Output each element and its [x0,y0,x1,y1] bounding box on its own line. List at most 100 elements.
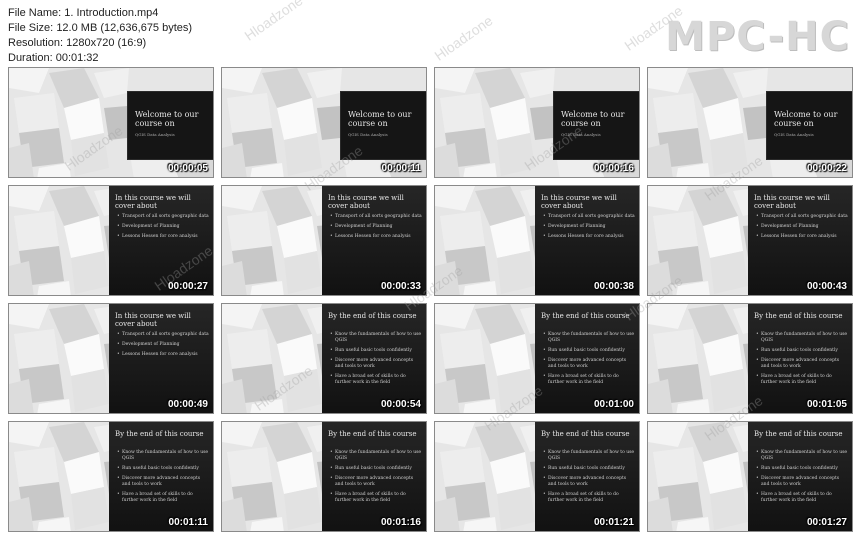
bullet-item: Discover more advanced concepts and tool… [756,476,848,488]
video-thumbnail[interactable]: Welcome to our course on QGIS Data Analys… [8,67,214,178]
bullet-item: Discover more advanced concepts and tool… [330,476,422,488]
bullet-item: Know the fundamentals of how to use QGIS [756,450,848,462]
video-thumbnail[interactable]: By the end of this course Know the fundam… [8,421,214,532]
file-info: File Name: 1. Introduction.mp4 File Size… [8,6,192,66]
slide-text-panel: In this course we will cover about Transp… [109,304,213,413]
video-thumbnail[interactable]: By the end of this course Know the fundam… [221,303,427,414]
video-thumbnail[interactable]: By the end of this course Know the fundam… [221,421,427,532]
video-thumbnail[interactable]: By the end of this course Know the fundam… [434,303,640,414]
bullet-item: Discover more advanced concepts and tool… [117,476,209,488]
video-thumbnail[interactable]: In this course we will cover about Transp… [8,185,214,296]
bullet-item: Development of Planning [756,224,848,230]
slide-text-panel: By the end of this course Know the fundam… [322,422,426,531]
slide-text-panel: In this course we will cover about Transp… [748,186,852,295]
timestamp: 00:00:16 [593,163,634,174]
timestamp: 00:00:05 [167,163,208,174]
bullet-list: Transport of all sorts geographic data De… [756,214,848,244]
slide-title: By the end of this course [541,430,630,438]
bullet-item: Run useful basic tools confidently [330,348,422,354]
bullet-list: Know the fundamentals of how to use QGIS… [117,450,209,508]
bullet-item: Know the fundamentals of how to use QGIS [330,332,422,344]
bullet-list: Know the fundamentals of how to use QGIS… [543,450,635,508]
slide-text-panel: In this course we will cover about Transp… [109,186,213,295]
slide-title: In this course we will cover about [541,194,617,210]
timestamp: 00:01:21 [593,517,634,528]
timestamp: 00:01:27 [806,517,847,528]
file-name-line: File Name: 1. Introduction.mp4 [8,6,192,21]
file-size-value: 12.0 MB (12,636,675 bytes) [56,22,193,34]
video-thumbnail[interactable]: In this course we will cover about Transp… [647,185,853,296]
slide-title: By the end of this course [754,430,843,438]
slide-text-panel: By the end of this course Know the fundam… [748,304,852,413]
bullet-item: Run useful basic tools confidently [543,348,635,354]
video-thumbnail[interactable]: By the end of this course Know the fundam… [647,421,853,532]
timestamp: 00:00:33 [380,281,421,292]
video-thumbnail[interactable]: By the end of this course Know the fundam… [434,421,640,532]
bullet-list: Transport of all sorts geographic data De… [117,214,209,244]
timestamp: 00:01:05 [806,399,847,410]
welcome-slide-card: Welcome to our course on QGIS Data Analys… [553,91,639,160]
bullet-item: Development of Planning [543,224,635,230]
bullet-list: Know the fundamentals of how to use QGIS… [756,332,848,390]
timestamp: 00:01:11 [168,517,208,528]
slide-title: By the end of this course [754,312,843,320]
bullet-item: Run useful basic tools confidently [117,466,209,472]
resolution-value: 1280x720 (16:9) [66,37,147,49]
timestamp: 00:00:11 [381,163,421,174]
video-thumbnail[interactable]: Welcome to our course on QGIS Data Analys… [434,67,640,178]
bullet-item: Development of Planning [330,224,422,230]
slide-text-panel: By the end of this course Know the fundam… [109,422,213,531]
slide-title: By the end of this course [328,430,417,438]
bullet-item: Transport of all sorts geographic data [117,214,209,220]
watermark-text: Hloadzone [431,12,496,64]
resolution-line: Resolution: 1280x720 (16:9) [8,36,192,51]
bullet-item: Lessons Hessen for core analysis [117,234,209,240]
bullet-item: Discover more advanced concepts and tool… [543,476,635,488]
resolution-label: Resolution: [8,37,64,49]
slide-title: In this course we will cover about [754,194,830,210]
duration-line: Duration: 00:01:32 [8,51,192,66]
bullet-item: Lessons Hessen for core analysis [330,234,422,240]
video-thumbnail[interactable]: By the end of this course Know the fundam… [647,303,853,414]
bullet-item: Lessons Hessen for core analysis [756,234,848,240]
welcome-slide-card: Welcome to our course on QGIS Data Analys… [766,91,852,160]
timestamp: 00:00:38 [593,281,634,292]
video-thumbnail[interactable]: In this course we will cover about Transp… [221,185,427,296]
bullet-list: Know the fundamentals of how to use QGIS… [330,450,422,508]
slide-title: Welcome to our course on [774,110,838,128]
duration-label: Duration: [8,52,53,64]
bullet-list: Transport of all sorts geographic data De… [330,214,422,244]
bullet-list: Transport of all sorts geographic data De… [543,214,635,244]
video-thumbnail[interactable]: Welcome to our course on QGIS Data Analys… [221,67,427,178]
bullet-item: Run useful basic tools confidently [756,466,848,472]
bullet-list: Transport of all sorts geographic data De… [117,332,209,362]
bullet-item: Know the fundamentals of how to use QGIS [117,450,209,462]
slide-text-panel: By the end of this course Know the fundam… [535,422,639,531]
bullet-item: Have a broad set of skills to do further… [330,492,422,504]
bullet-item: Run useful basic tools confidently [756,348,848,354]
welcome-slide-card: Welcome to our course on QGIS Data Analys… [127,91,213,160]
bullet-item: Have a broad set of skills to do further… [756,492,848,504]
video-thumbnail[interactable]: In this course we will cover about Transp… [434,185,640,296]
timestamp: 00:00:27 [167,281,208,292]
bullet-item: Have a broad set of skills to do further… [543,374,635,386]
bullet-item: Have a broad set of skills to do further… [117,492,209,504]
bullet-item: Have a broad set of skills to do further… [756,374,848,386]
video-thumbnail[interactable]: Welcome to our course on QGIS Data Analys… [647,67,853,178]
slide-subtitle: QGIS Data Analysis [135,132,175,137]
bullet-list: Know the fundamentals of how to use QGIS… [543,332,635,390]
bullet-item: Run useful basic tools confidently [543,466,635,472]
video-thumbnail[interactable]: In this course we will cover about Transp… [8,303,214,414]
file-size-label: File Size: [8,22,54,34]
bullet-item: Lessons Hessen for core analysis [117,352,209,358]
bullet-item: Lessons Hessen for core analysis [543,234,635,240]
bullet-item: Transport of all sorts geographic data [543,214,635,220]
slide-title: In this course we will cover about [115,194,191,210]
timestamp: 00:00:43 [806,281,847,292]
bullet-item: Have a broad set of skills to do further… [543,492,635,504]
file-size-line: File Size: 12.0 MB (12,636,675 bytes) [8,21,192,36]
slide-text-panel: By the end of this course Know the fundam… [748,422,852,531]
slide-subtitle: QGIS Data Analysis [561,132,601,137]
slide-title: In this course we will cover about [328,194,404,210]
bullet-list: Know the fundamentals of how to use QGIS… [330,332,422,390]
